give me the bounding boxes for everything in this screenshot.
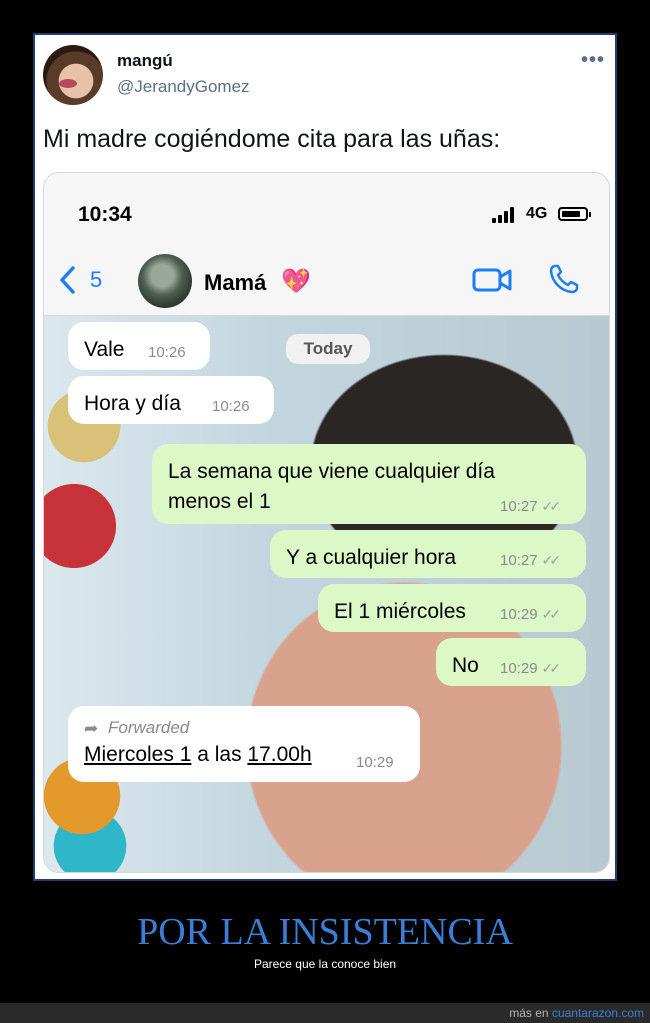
read-ticks-icon: ✓✓ [541, 498, 562, 514]
caption-subtitle: Parece que la conoce bien [253, 957, 397, 971]
message-bubble-outgoing[interactable]: Y a cualquier hora 10:27 ✓✓ [270, 530, 586, 578]
footer-bar: más en cuantarazon.com [0, 1003, 650, 1023]
status-time: 10:34 [78, 203, 132, 226]
back-chevron-icon[interactable] [58, 265, 78, 295]
read-ticks-icon: ✓✓ [541, 606, 562, 622]
message-bubble-forwarded[interactable]: ➦ Forwarded Miercoles 1 a las 17.00h 10:… [68, 706, 420, 782]
read-ticks-icon: ✓✓ [541, 660, 562, 676]
read-ticks-icon: ✓✓ [541, 552, 562, 568]
forwarded-label: Forwarded [108, 718, 190, 737]
message-time: 10:26 [212, 398, 250, 415]
battery-icon [558, 207, 591, 221]
contact-name[interactable]: Mamá [204, 270, 266, 296]
network-label: 4G [526, 205, 548, 222]
embedded-chat-screenshot[interactable]: 10:34 4G 5 Mamá 💖 Today Vale 10:26 Hora … [43, 172, 610, 873]
message-time: 10:26 [148, 344, 186, 361]
phone-call-icon[interactable] [548, 263, 580, 295]
forward-arrow-icon: ➦ [84, 719, 99, 738]
message-bubble-incoming[interactable]: Hora y día 10:26 [68, 376, 274, 424]
caption-title: POR LA INSISTENCIA [137, 911, 513, 953]
message-text: El 1 miércoles [334, 600, 466, 623]
message-time: 10:29 [356, 754, 394, 771]
date-separator: Today [286, 334, 370, 364]
message-text: No [452, 654, 479, 677]
message-text: Y a cualquier hora [286, 546, 457, 569]
message-text: La semana que viene cualquier día menos … [168, 457, 495, 517]
chat-header: 5 Mamá 💖 [44, 243, 609, 316]
footer-credit: más en cuantarazon.com [509, 1006, 644, 1020]
message-line: La semana que viene cualquier día [168, 460, 495, 483]
author-handle[interactable]: @JerandyGomez [117, 77, 250, 97]
message-line: menos el 1 [168, 490, 271, 513]
tweet-card: mangú @JerandyGomez ••• Mi madre cogiénd… [33, 33, 617, 881]
message-time: 10:29 ✓✓ [500, 606, 562, 623]
author-name[interactable]: mangú [117, 51, 173, 71]
message-bubble-outgoing[interactable]: La semana que viene cualquier día menos … [152, 444, 586, 524]
chat-messages[interactable]: Today Vale 10:26 Hora y día 10:26 La sem… [44, 316, 609, 872]
message-time: 10:27 ✓✓ [500, 498, 562, 515]
more-options-icon[interactable]: ••• [581, 49, 605, 72]
video-call-icon[interactable] [472, 267, 512, 293]
tweet-text: Mi madre cogiéndome cita para las uñas: [43, 125, 501, 153]
message-text: Vale [84, 338, 125, 361]
date-link[interactable]: Miercoles 1 [84, 743, 191, 766]
status-bar: 10:34 4G [44, 173, 609, 243]
sparkling-heart-icon: 💖 [281, 268, 311, 295]
message-text: Miercoles 1 a las 17.00h [84, 743, 312, 766]
time-link[interactable]: 17.00h [247, 743, 311, 766]
message-bubble-outgoing[interactable]: No 10:29 ✓✓ [436, 638, 586, 686]
message-time: 10:27 ✓✓ [500, 552, 562, 569]
message-text: Hora y día [84, 392, 181, 415]
signal-icon [492, 207, 518, 223]
author-avatar[interactable] [43, 45, 103, 105]
site-link[interactable]: cuantarazon.com [552, 1006, 644, 1020]
message-bubble-incoming[interactable]: Vale 10:26 [68, 322, 210, 370]
back-unread-count[interactable]: 5 [90, 267, 102, 293]
message-time: 10:29 ✓✓ [500, 660, 562, 677]
message-bubble-outgoing[interactable]: El 1 miércoles 10:29 ✓✓ [318, 584, 586, 632]
contact-avatar[interactable] [138, 254, 192, 308]
